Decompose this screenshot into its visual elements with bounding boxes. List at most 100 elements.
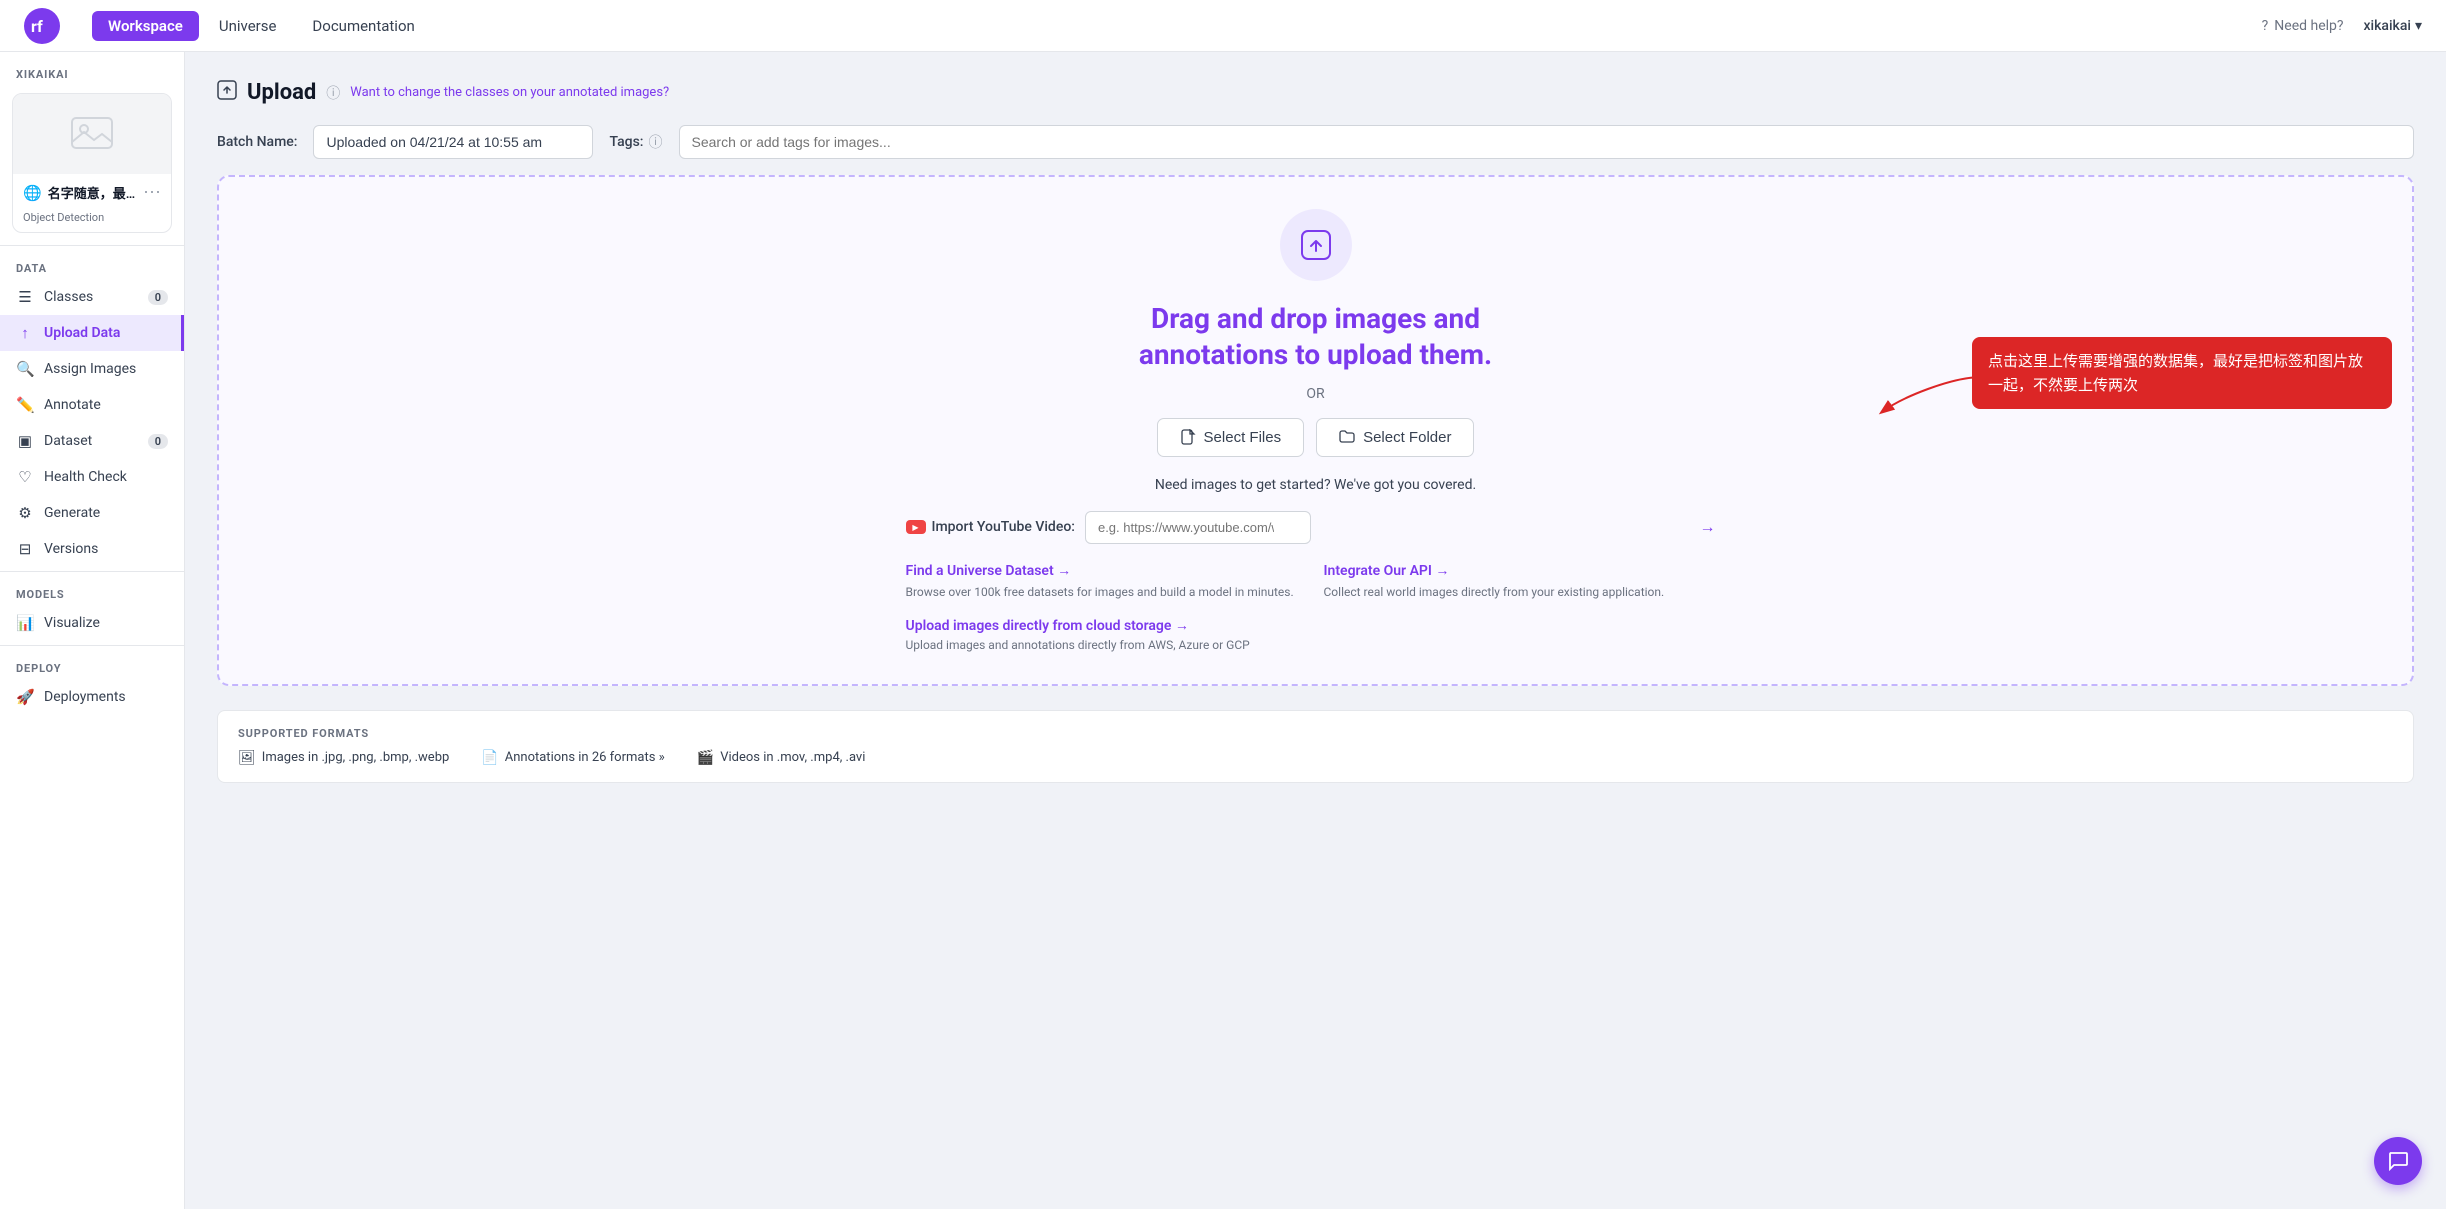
universe-dataset-link[interactable]: Find a Universe Dataset → [906, 562, 1308, 579]
select-files-button[interactable]: Select Files [1157, 418, 1305, 457]
upload-icon: ↑ [16, 324, 34, 342]
batch-tags-row: Batch Name: Tags: ⓘ [217, 125, 2414, 159]
sidebar-divider-2 [0, 571, 184, 572]
tags-label: Tags: ⓘ [609, 132, 662, 152]
project-type: Object Detection [13, 211, 171, 232]
project-image-placeholder-icon [68, 110, 116, 158]
youtube-label: Import YouTube Video: [906, 519, 1075, 535]
dropzone-need-images: Need images to get started? We've got yo… [1155, 477, 1476, 493]
chat-icon [2387, 1150, 2409, 1172]
health-icon: ♡ [16, 468, 34, 486]
sidebar-item-label: Annotate [44, 397, 168, 413]
nav-workspace[interactable]: Workspace [92, 11, 199, 41]
sidebar-item-label: Health Check [44, 469, 168, 485]
sidebar-item-label: Classes [44, 289, 138, 305]
nav-universe[interactable]: Universe [203, 11, 293, 41]
sidebar-item-assign-images[interactable]: 🔍 Assign Images [0, 351, 184, 387]
dataset-icon: ▣ [16, 432, 34, 450]
callout-annotation: 点击这里上传需要增强的数据集，最好是把标签和图片放一起，不然要上传两次 [1972, 337, 2392, 409]
tags-input[interactable] [679, 125, 2415, 159]
dropzone-buttons: Select Files Select Folder [1157, 418, 1475, 457]
callout-text: 点击这里上传需要增强的数据集，最好是把标签和图片放一起，不然要上传两次 [1972, 337, 2392, 409]
sidebar-item-upload-data[interactable]: ↑ Upload Data [0, 315, 184, 351]
project-name: 名字随意，最好… [48, 183, 137, 202]
sidebar-item-classes[interactable]: ☰ Classes 0 [0, 279, 184, 315]
batch-name-input[interactable] [313, 125, 593, 159]
links-grid: Find a Universe Dataset → Browse over 10… [906, 562, 1726, 601]
integrate-api-link[interactable]: Integrate Our API → [1324, 562, 1726, 579]
sidebar-item-label: Deployments [44, 689, 168, 705]
youtube-row: Import YouTube Video: → [906, 511, 1726, 544]
universe-dataset-link-card: Find a Universe Dataset → Browse over 10… [906, 562, 1308, 601]
annotations-format-icon: 📄 [481, 750, 498, 766]
callout-arrow-svg [1872, 357, 1992, 427]
classes-icon: ☰ [16, 288, 34, 306]
nav-documentation[interactable]: Documentation [296, 11, 430, 41]
main-content: Upload ⓘ Want to change the classes on y… [185, 52, 2446, 1209]
workspace-label: XIKAIKAI [0, 52, 184, 85]
sidebar-item-annotate[interactable]: ✏️ Annotate [0, 387, 184, 423]
formats-row: 🖼 Images in .jpg, .png, .bmp, .webp 📄 An… [238, 750, 2393, 766]
api-link-card: Integrate Our API → Collect real world i… [1324, 562, 1726, 601]
sidebar-item-health-check[interactable]: ♡ Health Check [0, 459, 184, 495]
top-navigation: rf Workspace Universe Documentation ? Ne… [0, 0, 2446, 52]
dropzone-upload-icon [1300, 229, 1332, 261]
dataset-badge: 0 [148, 434, 168, 449]
youtube-url-input[interactable] [1085, 511, 1311, 544]
upload-arrow-icon [217, 80, 237, 100]
annotate-icon: ✏️ [16, 396, 34, 414]
page-title: Upload [247, 80, 316, 105]
sidebar-item-visualize[interactable]: 📊 Visualize [0, 605, 184, 641]
project-card[interactable]: 🌐 名字随意，最好… ⋯ Object Detection [12, 93, 172, 233]
dropzone-icon-circle [1280, 209, 1352, 281]
page-header: Upload ⓘ Want to change the classes on y… [217, 80, 2414, 105]
chat-bubble-button[interactable] [2374, 1137, 2422, 1185]
sidebar-item-dataset[interactable]: ▣ Dataset 0 [0, 423, 184, 459]
sidebar-data-label: Data [0, 250, 184, 279]
images-format-icon: 🖼 [238, 750, 256, 766]
classes-badge: 0 [148, 290, 168, 305]
cloud-storage-link[interactable]: Upload images directly from cloud storag… [906, 617, 1726, 634]
nav-right: ? Need help? xikaikai ▾ [2262, 18, 2422, 34]
sidebar-item-label: Generate [44, 505, 168, 521]
project-visibility-icon: 🌐 [23, 184, 42, 202]
dropzone-or: OR [1306, 386, 1324, 402]
sidebar-item-deployments[interactable]: 🚀 Deployments [0, 679, 184, 715]
sidebar-item-label: Visualize [44, 615, 168, 631]
file-icon [1180, 429, 1196, 445]
dropzone-title: Drag and drop images and annotations to … [1139, 301, 1492, 374]
versions-icon: ⊟ [16, 540, 34, 558]
format-images: 🖼 Images in .jpg, .png, .bmp, .webp [238, 750, 449, 766]
sidebar-divider-1 [0, 245, 184, 246]
dropzone[interactable]: Drag and drop images and annotations to … [217, 175, 2414, 686]
sidebar-item-label: Assign Images [44, 361, 168, 377]
sidebar-item-versions[interactable]: ⊟ Versions [0, 531, 184, 567]
user-menu[interactable]: xikaikai ▾ [2364, 18, 2422, 34]
select-folder-button[interactable]: Select Folder [1316, 418, 1474, 457]
sidebar-divider-3 [0, 645, 184, 646]
roboflow-logo[interactable]: rf [24, 8, 60, 44]
help-icon: ? [2262, 18, 2269, 34]
cloud-storage-desc: Upload images and annotations directly f… [906, 638, 1726, 652]
formats-title: SUPPORTED FORMATS [238, 727, 2393, 740]
api-link-desc: Collect real world images directly from … [1324, 583, 1726, 601]
sidebar-deploy-label: Deploy [0, 650, 184, 679]
visualize-icon: 📊 [16, 614, 34, 632]
sidebar-item-generate[interactable]: ⚙ Generate [0, 495, 184, 531]
need-help-button[interactable]: ? Need help? [2262, 18, 2344, 34]
youtube-submit-arrow[interactable]: → [1700, 517, 1716, 537]
generate-icon: ⚙ [16, 504, 34, 522]
universe-dataset-desc: Browse over 100k free datasets for image… [906, 583, 1308, 601]
sidebar-item-label: Upload Data [44, 325, 165, 341]
sidebar: XIKAIKAI 🌐 名字随意，最好… ⋯ Object Detection D… [0, 52, 185, 1209]
change-classes-link[interactable]: Want to change the classes on your annot… [350, 85, 669, 100]
upload-page-icon [217, 80, 237, 105]
supported-formats-section: SUPPORTED FORMATS 🖼 Images in .jpg, .png… [217, 710, 2414, 783]
chevron-down-icon: ▾ [2415, 18, 2422, 34]
format-videos: 🎬 Videos in .mov, .mp4, .avi [697, 750, 866, 766]
sidebar-item-label: Dataset [44, 433, 138, 449]
youtube-icon [906, 520, 926, 534]
help-circle-icon: ⓘ [326, 83, 340, 103]
folder-icon [1339, 429, 1355, 445]
project-more-button[interactable]: ⋯ [143, 182, 161, 203]
